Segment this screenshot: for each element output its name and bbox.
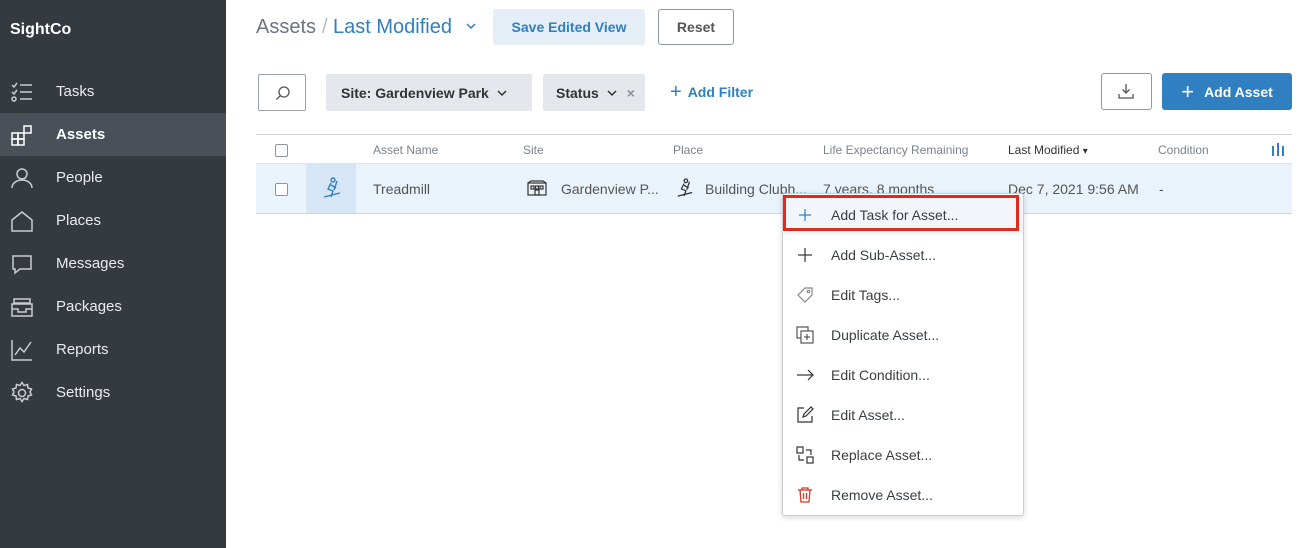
chevron-down-icon [497,89,507,96]
plus-icon: + [670,81,682,103]
status-filter-label: Status [556,84,599,101]
menu-item-duplicate-asset[interactable]: Duplicate Asset... [783,315,1023,355]
line-chart-icon [10,338,34,362]
sidebar-item-label: Assets [56,126,106,143]
person-icon [10,166,34,190]
assets-icon [10,123,34,147]
place-treadmill-icon [676,177,694,199]
sidebar: SightCo Tasks Assets People Places Messa… [0,0,226,548]
app-brand: SightCo [10,21,72,38]
search-icon [276,86,290,100]
condition-cell: - [1159,181,1164,197]
select-all-checkbox[interactable] [275,144,288,157]
asset-name-cell[interactable]: Treadmill [373,181,430,197]
search-button[interactable] [258,74,306,111]
reset-button[interactable]: Reset [658,9,734,45]
last-modified-cell: Dec 7, 2021 9:56 AM [1008,181,1139,197]
sidebar-item-assets[interactable]: Assets [0,113,226,156]
plus-icon: + [1181,78,1195,104]
column-header-site[interactable]: Site [523,143,544,157]
tasks-icon [10,80,34,104]
menu-item-remove-asset[interactable]: Remove Asset... [783,475,1023,515]
sidebar-item-label: People [56,169,103,186]
sidebar-item-messages[interactable]: Messages [0,242,226,285]
sidebar-item-packages[interactable]: Packages [0,285,226,328]
menu-item-edit-asset[interactable]: Edit Asset... [783,395,1023,435]
breadcrumb-root[interactable]: Assets [256,16,316,39]
sidebar-item-label: Places [56,212,102,229]
status-filter-chip[interactable]: Status × [543,74,645,111]
menu-item-label: Duplicate Asset... [831,327,940,343]
duplicate-icon [796,326,814,344]
menu-item-label: Remove Asset... [831,487,933,503]
menu-item-label: Edit Asset... [831,407,905,423]
sidebar-item-label: Messages [56,255,125,272]
highlight-annotation-box [783,195,1019,231]
column-header-last-modified[interactable]: Last Modified ▾ [1008,143,1088,157]
add-filter-button[interactable]: + Add Filter [670,81,754,103]
sidebar-item-label: Tasks [56,83,95,100]
site-cell[interactable]: Gardenview P... [561,181,659,197]
sidebar-item-tasks[interactable]: Tasks [0,70,226,113]
view-selector[interactable]: Last Modified [333,16,452,39]
sidebar-item-reports[interactable]: Reports [0,328,226,371]
menu-item-replace-asset[interactable]: Replace Asset... [783,435,1023,475]
column-header-life-expectancy[interactable]: Life Expectancy Remaining [823,143,968,157]
menu-item-label: Edit Tags... [831,287,901,303]
clear-filter-icon[interactable]: × [627,85,635,101]
save-edited-view-button[interactable]: Save Edited View [493,9,645,45]
house-icon [10,209,34,233]
sidebar-item-label: Reports [56,341,109,358]
menu-item-label: Replace Asset... [831,447,933,463]
breadcrumb-separator: / [322,16,328,38]
sidebar-item-label: Packages [56,298,122,315]
sort-descending-icon: ▾ [1082,146,1088,157]
chevron-down-icon[interactable] [466,22,476,30]
column-header-label: Last Modified [1008,143,1080,157]
menu-item-edit-condition[interactable]: Edit Condition... [783,355,1023,395]
column-header-place[interactable]: Place [673,143,703,157]
menu-item-edit-tags[interactable]: Edit Tags... [783,275,1023,315]
column-header-asset-name[interactable]: Asset Name [373,143,438,157]
column-header-condition[interactable]: Condition [1158,143,1209,157]
sidebar-item-places[interactable]: Places [0,199,226,242]
download-icon [1118,84,1134,99]
table-top-border [256,134,1292,135]
menu-item-label: Add Sub-Asset... [831,247,937,263]
site-filter-label: Site: Gardenview Park [341,84,489,101]
trash-icon [796,486,814,504]
menu-item-label: Edit Condition... [831,367,930,383]
site-filter-chip[interactable]: Site: Gardenview Park [326,74,532,111]
menu-item-add-sub-asset[interactable]: Add Sub-Asset... [783,235,1023,275]
chevron-down-icon [607,89,617,96]
column-settings-icon[interactable] [1271,143,1285,157]
asset-icon-cell [306,164,356,213]
edit-icon [796,406,814,424]
download-button[interactable] [1101,73,1152,110]
add-asset-label: Add Asset [1204,83,1273,100]
add-asset-button[interactable]: + Add Asset [1162,73,1292,110]
tag-icon [796,286,814,304]
plus-icon [796,246,814,264]
package-icon [10,295,34,319]
asset-context-menu: Add Task for Asset... Add Sub-Asset... E… [782,193,1024,516]
add-filter-label: Add Filter [687,84,754,100]
sidebar-item-settings[interactable]: Settings [0,371,226,414]
chat-bubble-icon [10,252,34,276]
sidebar-item-label: Settings [56,384,111,401]
replace-icon [796,446,814,464]
treadmill-icon [323,177,341,198]
row-checkbox[interactable] [275,183,288,196]
sidebar-item-people[interactable]: People [0,156,226,199]
gear-icon [10,380,34,405]
arrow-right-icon [796,366,814,384]
site-building-icon [527,180,547,196]
